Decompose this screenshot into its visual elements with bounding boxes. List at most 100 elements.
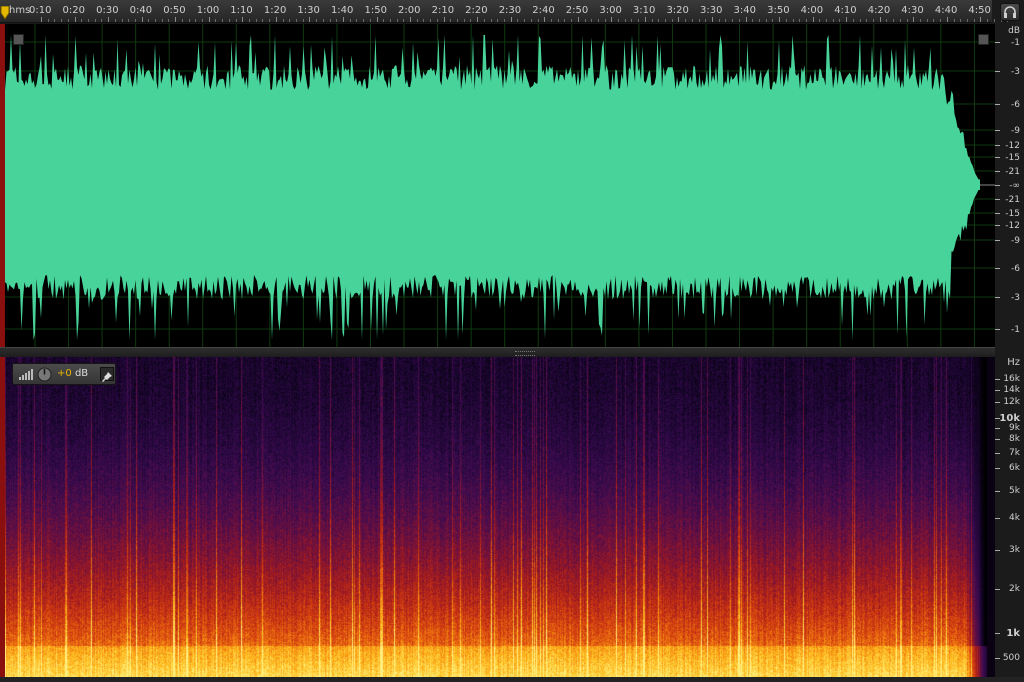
ruler-time-label: 3:50 xyxy=(767,5,790,16)
ruler-tick xyxy=(114,19,116,22)
waveform-envelope xyxy=(5,35,980,340)
ruler-tick xyxy=(698,19,700,22)
ruler-tick xyxy=(470,19,472,22)
frequency-scale: Hz 16k 14k 12k 10k 9k 8k 7k 6k 5k 4k 3k 2k 1k 500 xyxy=(995,357,1024,677)
hz-scale-tick xyxy=(995,379,1000,380)
ruler-tick xyxy=(215,19,217,22)
ruler-tick xyxy=(101,19,103,22)
ruler-tick xyxy=(208,17,210,22)
ruler-time-label: 3:10 xyxy=(632,5,656,16)
ruler-time-label: 2:30 xyxy=(498,5,522,16)
ruler-time-label: 0:10 xyxy=(29,5,52,16)
ruler-time-label: 4:30 xyxy=(901,5,924,16)
ruler-time-label: 4:10 xyxy=(834,5,857,16)
gain-unit: dB xyxy=(74,368,89,379)
hz-scale-tick xyxy=(995,418,1000,419)
waveform-display[interactable] xyxy=(5,24,995,347)
spectrogram-gain-toolbar: +0 dB xyxy=(12,363,116,385)
db-scale-tick xyxy=(995,240,1000,241)
ruler-time-label: 0:40 xyxy=(129,5,153,16)
ruler-tick xyxy=(235,19,237,22)
ruler-tick xyxy=(121,19,123,22)
ruler-tick xyxy=(289,19,291,22)
ruler-tick xyxy=(342,17,344,22)
ruler-tick xyxy=(725,19,727,22)
ruler-tick xyxy=(812,17,814,22)
db-scale-tick xyxy=(995,157,1000,158)
gain-value: +0 xyxy=(57,368,72,379)
hz-scale-label: 3k xyxy=(1009,545,1020,555)
db-scale-tick xyxy=(995,225,1000,226)
ruler-tick xyxy=(269,19,271,22)
hz-scale-label: 16k xyxy=(1003,374,1020,384)
hz-unit-label: Hz xyxy=(1007,357,1020,368)
db-scale-tick xyxy=(995,185,1000,186)
pin-button[interactable] xyxy=(100,367,114,382)
ruler-tick xyxy=(839,19,841,22)
ruler-tick xyxy=(651,19,653,22)
ruler-tick xyxy=(524,19,526,22)
hz-scale-tick xyxy=(995,550,1000,551)
ruler-tick xyxy=(604,19,606,22)
ruler-tick xyxy=(752,19,754,22)
hz-scale-label: 500 xyxy=(1002,653,1020,663)
ruler-tick xyxy=(436,19,438,22)
db-scale-tick xyxy=(995,268,1000,269)
db-scale-label: -6 xyxy=(1011,100,1020,110)
ruler-unit-label: hms xyxy=(9,5,31,16)
ruler-tick xyxy=(678,17,680,22)
ruler-time-label: 0:20 xyxy=(62,5,86,16)
ruler-tick xyxy=(799,19,801,22)
ruler-tick xyxy=(275,17,277,22)
knob-icon[interactable] xyxy=(37,367,52,382)
signal-bars-icon[interactable] xyxy=(19,369,33,380)
ruler-tick xyxy=(691,19,693,22)
spectrogram-display[interactable] xyxy=(5,357,995,677)
db-scale-label: -21 xyxy=(1005,195,1020,205)
ruler-time-label: 4:20 xyxy=(867,5,891,16)
zoom-corner-left-button[interactable] xyxy=(13,34,24,45)
ruler-tick xyxy=(363,19,365,22)
db-scale-label: -3 xyxy=(1011,67,1020,77)
ruler-time-label: 4:00 xyxy=(800,5,824,16)
ruler-tick xyxy=(805,19,807,22)
ruler-tick xyxy=(295,19,297,22)
ruler-tick xyxy=(926,19,928,22)
ruler-time-label: 3:00 xyxy=(599,5,622,16)
db-scale-tick xyxy=(995,213,1000,214)
ruler-tick xyxy=(899,19,901,22)
hz-scale-tick xyxy=(995,491,1000,492)
zoom-corner-right-button[interactable] xyxy=(978,34,989,45)
ruler-time-label: 1:50 xyxy=(364,5,387,16)
splitter-grip-icon[interactable] xyxy=(515,351,535,356)
panel-splitter[interactable] xyxy=(0,347,995,357)
timeline-ruler[interactable]: hms 0:10 0:20 0:30 0:40 0:50 1:00 1:10 1:20 1:30… xyxy=(0,0,1009,23)
ruler-tick xyxy=(819,19,821,22)
ruler-tick xyxy=(443,17,445,22)
ruler-tick xyxy=(846,17,848,22)
pin-icon xyxy=(102,372,112,382)
ruler-tick xyxy=(141,17,143,22)
ruler-tick xyxy=(336,19,338,22)
ruler-tick xyxy=(222,19,224,22)
hz-scale-label: 6k xyxy=(1009,463,1020,473)
ruler-tick xyxy=(826,19,828,22)
ruler-tick xyxy=(859,19,861,22)
ruler-time-label: 1:10 xyxy=(230,5,253,16)
ruler-tick xyxy=(423,19,425,22)
ruler-tick xyxy=(168,19,170,22)
db-scale-label: -1 xyxy=(1011,38,1020,48)
ruler-tick xyxy=(349,19,351,22)
ruler-tick xyxy=(624,19,626,22)
ruler-tick xyxy=(571,19,573,22)
ruler-time-label: 4:40 xyxy=(934,5,958,16)
ruler-tick xyxy=(745,17,747,22)
hz-scale-tick xyxy=(995,633,1000,634)
headphones-button[interactable] xyxy=(1000,3,1020,21)
ruler-tick xyxy=(302,19,304,22)
ruler-tick xyxy=(913,17,915,22)
ruler-tick xyxy=(852,19,854,22)
ruler-tick xyxy=(383,19,385,22)
ruler-tick xyxy=(67,19,69,22)
ruler-tick xyxy=(490,19,492,22)
